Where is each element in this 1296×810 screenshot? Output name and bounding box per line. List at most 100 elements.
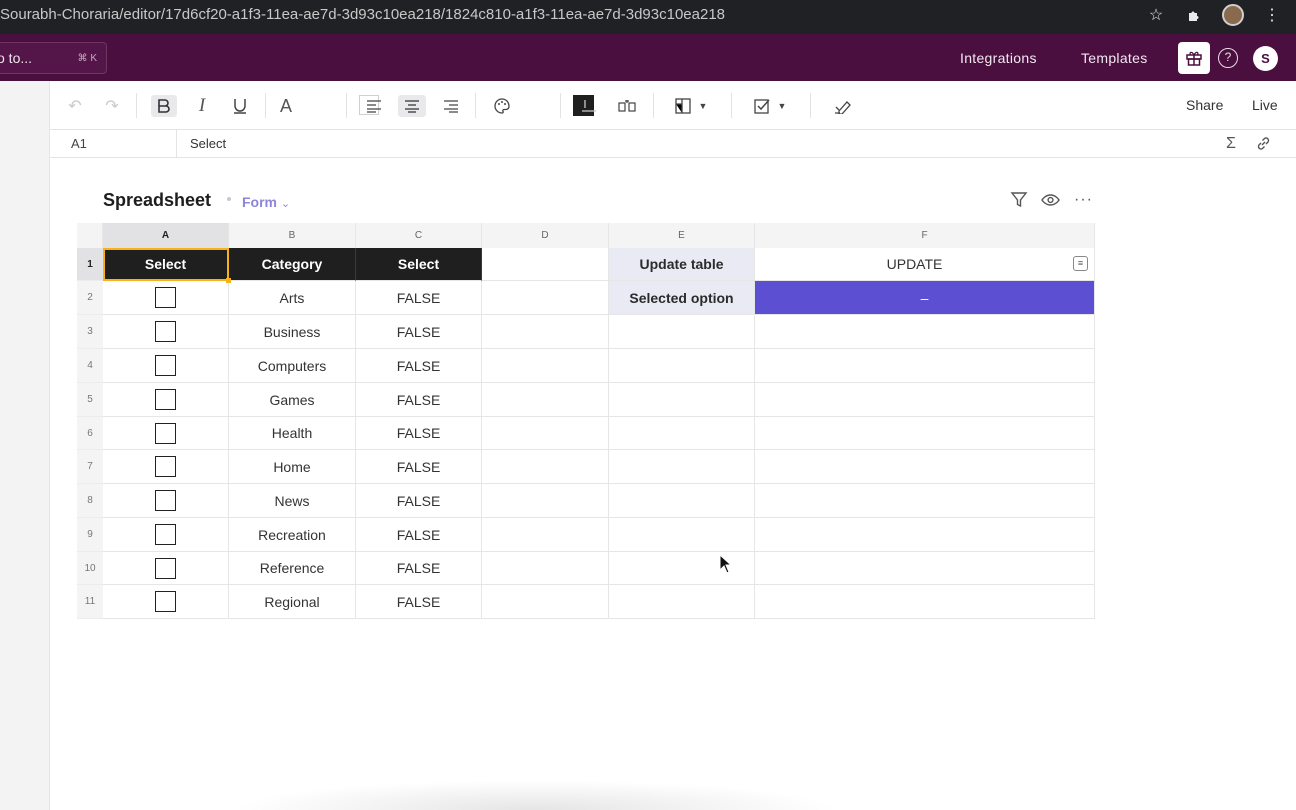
empty-cell[interactable] bbox=[755, 383, 1095, 417]
column-header-e[interactable]: E bbox=[609, 223, 755, 248]
cell-b1[interactable]: Category bbox=[229, 248, 356, 281]
empty-cell[interactable] bbox=[609, 315, 755, 349]
empty-cell[interactable] bbox=[755, 315, 1095, 349]
templates-link[interactable]: Templates bbox=[1081, 50, 1148, 66]
eye-icon[interactable] bbox=[1041, 191, 1060, 214]
empty-cell[interactable] bbox=[482, 417, 609, 450]
row-header[interactable]: 2 bbox=[77, 281, 103, 315]
select-value-cell[interactable]: FALSE bbox=[356, 383, 482, 417]
column-header-c[interactable]: C bbox=[356, 223, 482, 248]
empty-cell[interactable] bbox=[482, 552, 609, 585]
category-cell[interactable]: Regional bbox=[229, 585, 356, 619]
checkbox-cell[interactable] bbox=[103, 585, 229, 619]
category-cell[interactable]: Business bbox=[229, 315, 356, 349]
star-icon[interactable]: ☆ bbox=[1146, 5, 1166, 25]
underline-icon[interactable] bbox=[230, 95, 250, 117]
formula-input[interactable]: Select bbox=[190, 136, 226, 151]
cell-reference[interactable]: A1 bbox=[71, 136, 87, 151]
view-selector[interactable]: Form ⌄ bbox=[242, 194, 290, 210]
checkbox-cell[interactable] bbox=[103, 281, 229, 315]
category-cell[interactable]: News bbox=[229, 484, 356, 518]
checkbox[interactable] bbox=[155, 422, 176, 444]
align-right-icon[interactable] bbox=[441, 95, 461, 117]
checkbox-cell[interactable] bbox=[103, 518, 229, 552]
category-cell[interactable]: Computers bbox=[229, 349, 356, 383]
row-header[interactable]: 5 bbox=[77, 383, 103, 417]
empty-cell[interactable] bbox=[482, 315, 609, 349]
selected-option-value[interactable]: – bbox=[755, 281, 1095, 315]
checkbox[interactable] bbox=[155, 321, 176, 342]
column-header-a[interactable]: A bbox=[103, 223, 229, 248]
empty-cell[interactable] bbox=[482, 349, 609, 383]
select-value-cell[interactable]: FALSE bbox=[356, 552, 482, 585]
empty-cell[interactable] bbox=[482, 383, 609, 417]
select-value-cell[interactable]: FALSE bbox=[356, 585, 482, 619]
category-cell[interactable]: Recreation bbox=[229, 518, 356, 552]
gift-icon[interactable] bbox=[1178, 42, 1210, 74]
category-cell[interactable]: Arts bbox=[229, 281, 356, 315]
merge-cells-icon[interactable] bbox=[580, 95, 598, 117]
align-left-icon[interactable] bbox=[364, 95, 384, 117]
empty-cell[interactable] bbox=[482, 281, 609, 315]
category-cell[interactable]: Reference bbox=[229, 552, 356, 585]
checkbox[interactable] bbox=[155, 287, 176, 308]
empty-cell[interactable] bbox=[609, 484, 755, 518]
row-header[interactable]: 3 bbox=[77, 315, 103, 349]
checkbox-cell[interactable] bbox=[103, 349, 229, 383]
empty-cell[interactable] bbox=[755, 417, 1095, 450]
empty-cell[interactable] bbox=[482, 585, 609, 619]
empty-cell[interactable] bbox=[482, 518, 609, 552]
checkbox[interactable] bbox=[155, 557, 176, 579]
filter-icon[interactable] bbox=[1010, 191, 1028, 214]
empty-cell[interactable] bbox=[609, 585, 755, 619]
italic-icon[interactable]: I bbox=[193, 95, 211, 117]
share-button[interactable]: Share bbox=[1186, 97, 1223, 113]
empty-cell[interactable] bbox=[482, 484, 609, 518]
row-header[interactable]: 9 bbox=[77, 518, 103, 552]
empty-cell[interactable] bbox=[609, 450, 755, 484]
select-value-cell[interactable]: FALSE bbox=[356, 450, 482, 484]
address-bar[interactable]: Sourabh-Choraria/editor/17d6cf20-a1f3-11… bbox=[0, 6, 725, 23]
update-button-cell[interactable]: UPDATE ≡ bbox=[755, 248, 1095, 281]
empty-cell[interactable] bbox=[755, 450, 1095, 484]
clear-format-icon[interactable] bbox=[832, 95, 852, 117]
fill-handle[interactable] bbox=[226, 278, 231, 283]
empty-cell[interactable] bbox=[755, 585, 1095, 619]
column-header-b[interactable]: B bbox=[229, 223, 356, 248]
row-header[interactable]: 6 bbox=[77, 417, 103, 450]
empty-cell[interactable] bbox=[609, 417, 755, 450]
sigma-icon[interactable]: Σ bbox=[1226, 135, 1236, 153]
column-header-d[interactable]: D bbox=[482, 223, 609, 248]
row-header[interactable]: 1 bbox=[77, 248, 103, 281]
row-header[interactable]: 10 bbox=[77, 552, 103, 585]
align-center-icon[interactable] bbox=[398, 95, 426, 117]
checkbox-cell[interactable] bbox=[103, 383, 229, 417]
cell-d1[interactable] bbox=[482, 248, 609, 281]
column-header-f[interactable]: F bbox=[755, 223, 1095, 248]
menu-kebab-icon[interactable]: ⋮ bbox=[1262, 5, 1282, 25]
empty-cell[interactable] bbox=[609, 518, 755, 552]
split-cells-icon[interactable] bbox=[617, 95, 637, 117]
bold-icon[interactable] bbox=[151, 95, 177, 117]
checkbox-cell[interactable] bbox=[103, 450, 229, 484]
empty-cell[interactable] bbox=[482, 450, 609, 484]
empty-cell[interactable] bbox=[609, 383, 755, 417]
link-icon[interactable] bbox=[1255, 135, 1272, 157]
row-header[interactable]: 11 bbox=[77, 585, 103, 619]
checkbox-cell[interactable] bbox=[103, 552, 229, 585]
row-header[interactable]: 8 bbox=[77, 484, 103, 518]
extensions-icon[interactable] bbox=[1184, 5, 1204, 25]
profile-avatar[interactable] bbox=[1222, 4, 1244, 26]
text-color-icon[interactable]: A bbox=[276, 95, 296, 117]
redo-icon[interactable]: ↷ bbox=[103, 95, 121, 117]
category-cell[interactable]: Home bbox=[229, 450, 356, 484]
checkbox-cell[interactable] bbox=[103, 417, 229, 450]
empty-cell[interactable] bbox=[755, 552, 1095, 585]
cell-type-dropdown[interactable]: ▼ bbox=[671, 95, 711, 117]
empty-cell[interactable] bbox=[609, 349, 755, 383]
checkbox[interactable] bbox=[155, 389, 176, 410]
checkbox-cell[interactable] bbox=[103, 484, 229, 518]
database-icon[interactable]: ≡ bbox=[1073, 256, 1088, 271]
checkbox-cell[interactable] bbox=[103, 315, 229, 349]
cell-a1[interactable]: Select bbox=[103, 248, 229, 281]
